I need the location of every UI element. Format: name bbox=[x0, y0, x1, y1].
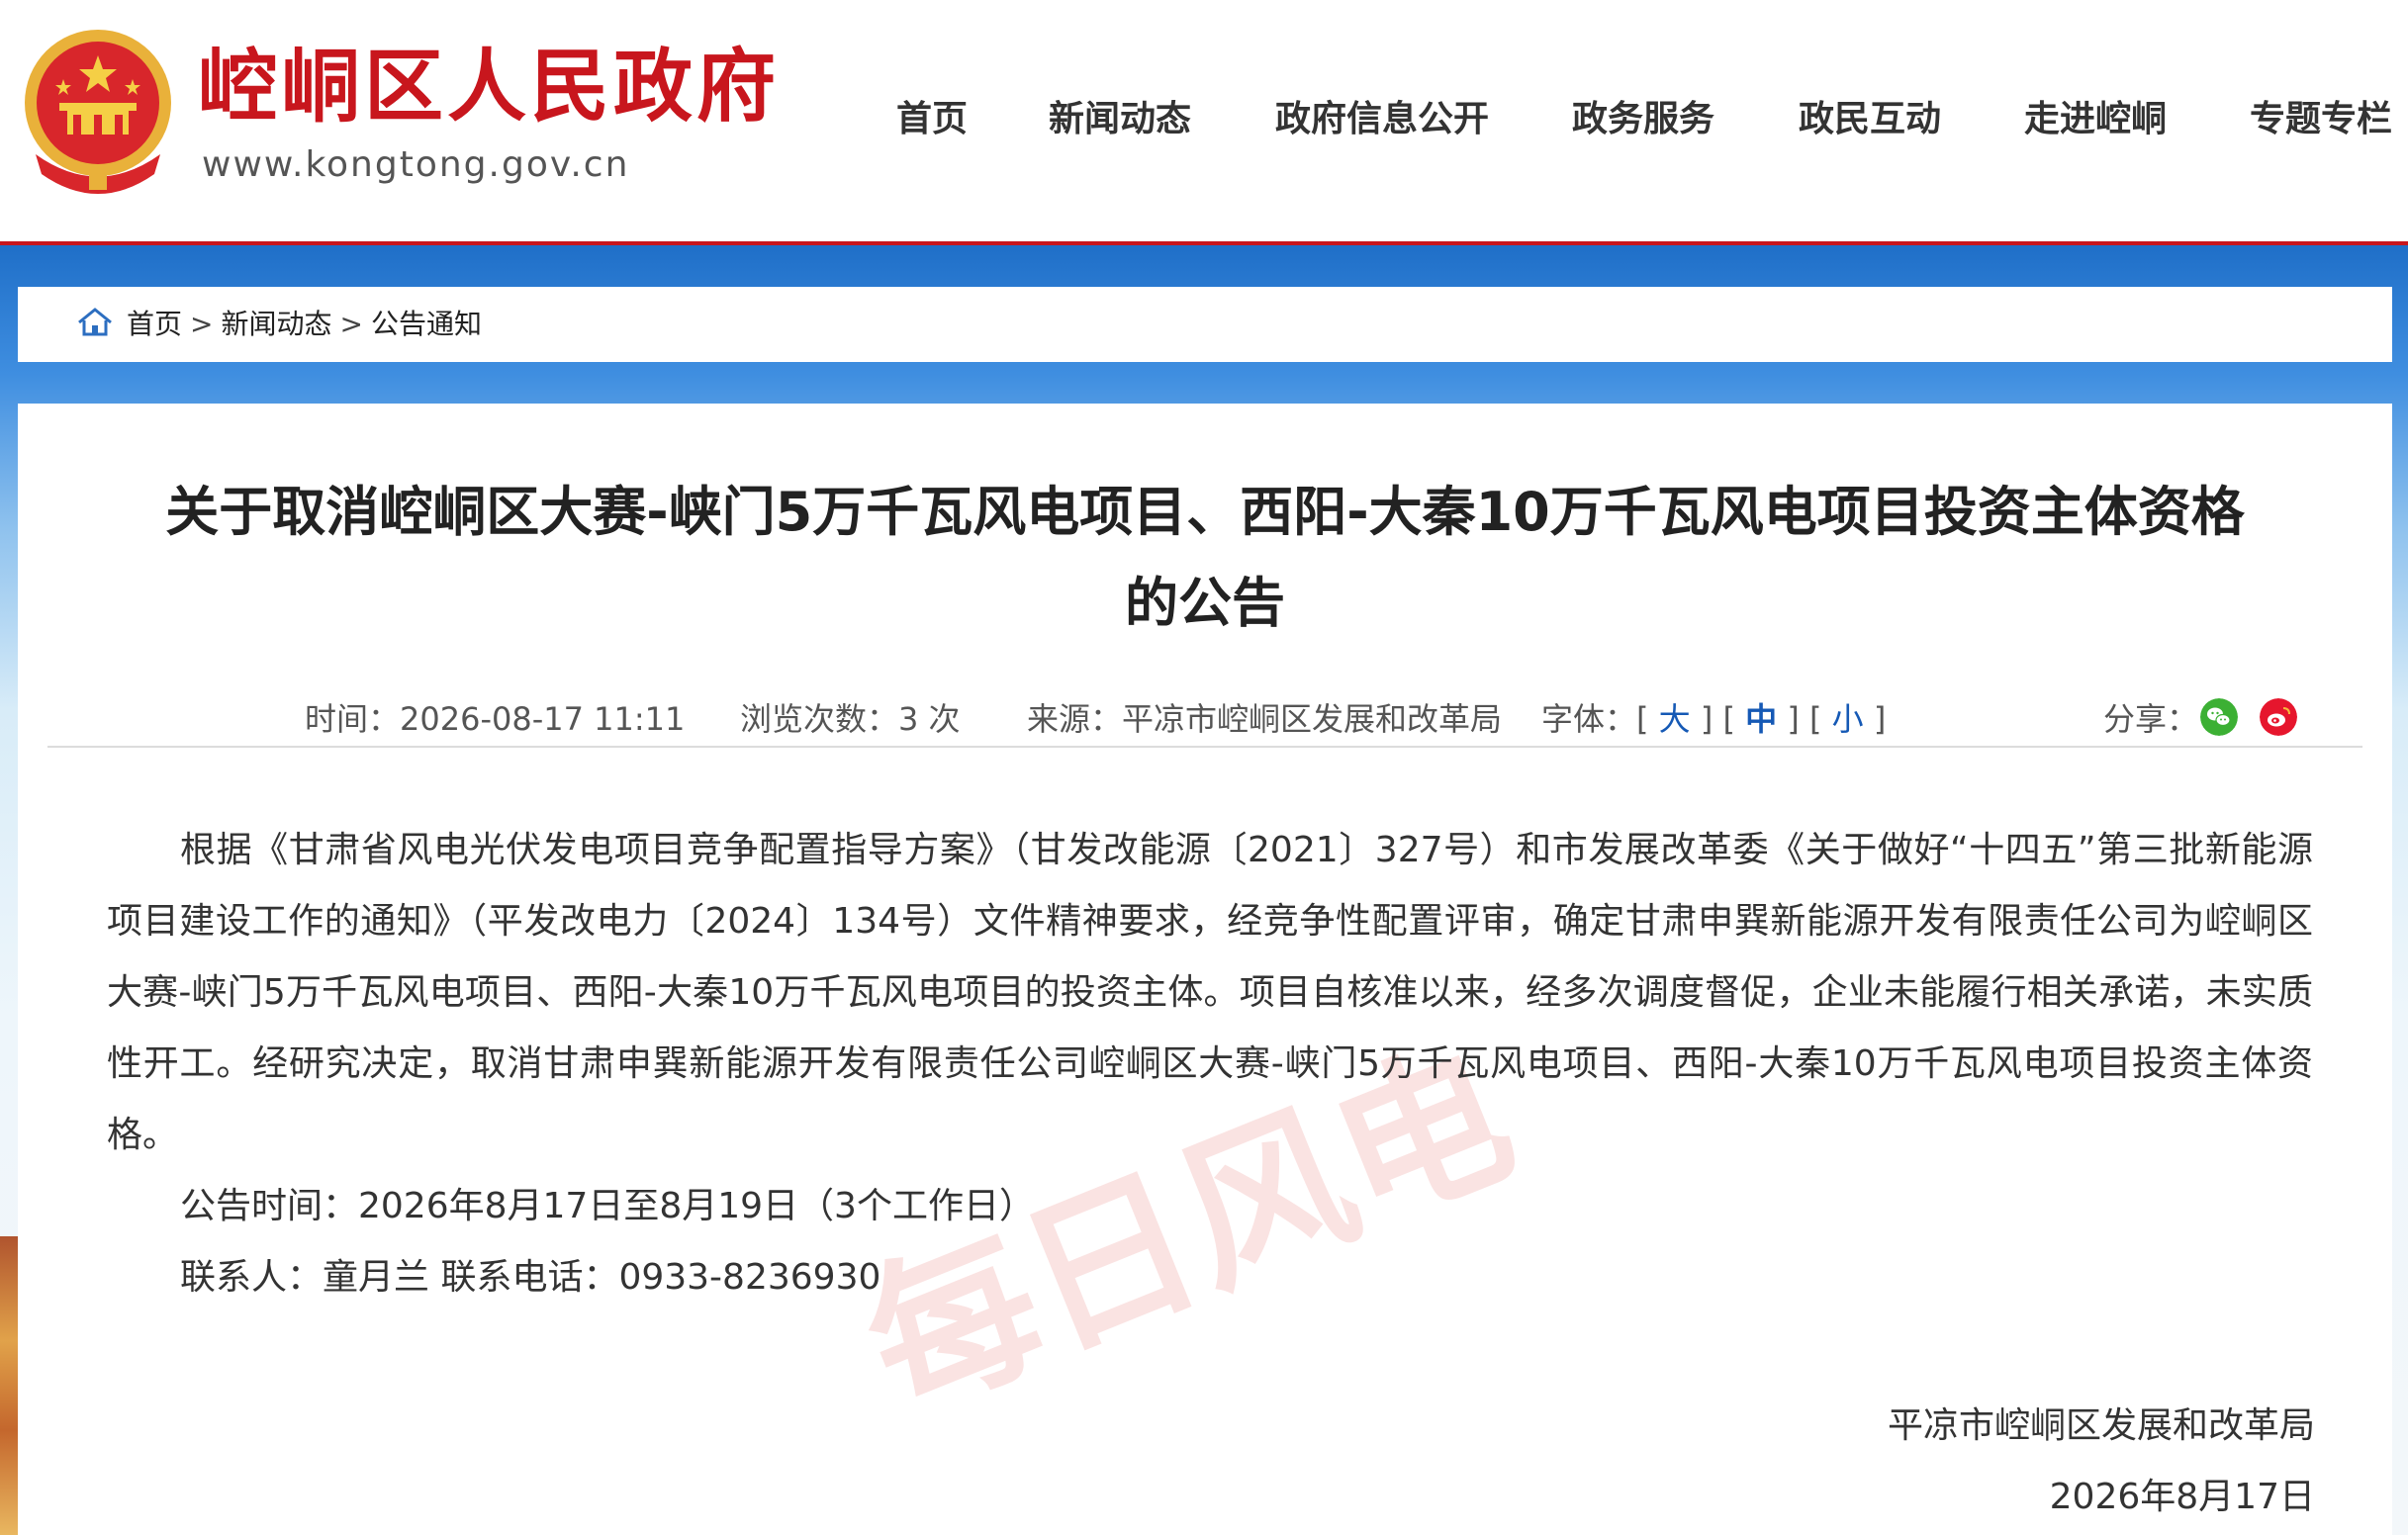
nav-item-news[interactable]: 新闻动态 bbox=[1049, 95, 1191, 144]
meta-source-value: 平凉市崆峒区发展和改革局 bbox=[1122, 700, 1503, 738]
meta-views-label: 浏览次数： bbox=[740, 700, 899, 738]
nav-item-interaction[interactable]: 政民互动 bbox=[1799, 95, 1941, 144]
breadcrumb-home[interactable]: 首页 bbox=[127, 287, 182, 362]
wechat-share-icon[interactable] bbox=[2200, 698, 2238, 736]
site-url[interactable]: www.kongtong.gov.cn bbox=[202, 144, 629, 185]
meta-time-label: 时间： bbox=[305, 700, 401, 738]
home-icon[interactable] bbox=[75, 305, 115, 338]
breadcrumb-notices[interactable]: 公告通知 bbox=[371, 287, 482, 362]
meta-views-value: 3 次 bbox=[898, 700, 961, 738]
article-body: 根据《甘肃省风电光伏发电项目竞争配置指导方案》（甘发改能源〔2021〕327号）… bbox=[107, 815, 2313, 1313]
breadcrumb: 首页 > 新闻动态 > 公告通知 bbox=[18, 287, 2392, 362]
meta-time-value: 2026-08-17 11:11 bbox=[400, 700, 686, 738]
meta-views: 浏览次数：3 次 bbox=[740, 694, 961, 740]
site-title[interactable]: 崆峒区人民政府 bbox=[198, 40, 780, 135]
font-size-control: 字体：[ 大 ] [ 中 ] [ 小 ] bbox=[1541, 700, 1887, 738]
meta-divider bbox=[47, 746, 2362, 748]
breadcrumb-trail: 首页 > 新闻动态 > 公告通知 bbox=[127, 287, 482, 362]
nav-item-about[interactable]: 走进崆峒 bbox=[2024, 95, 2167, 144]
national-emblem-icon[interactable] bbox=[16, 26, 180, 194]
nav-item-gov-services[interactable]: 政务服务 bbox=[1572, 95, 1714, 144]
meta-source: 来源：平凉市崆峒区发展和改革局 bbox=[1027, 694, 1502, 740]
font-large-button[interactable]: 大 bbox=[1659, 700, 1691, 738]
font-small-button[interactable]: 小 bbox=[1832, 700, 1864, 738]
nav-item-topics[interactable]: 专题专栏 bbox=[2250, 95, 2392, 144]
breadcrumb-separator: > bbox=[339, 308, 363, 340]
site-header: 崆峒区人民政府 www.kongtong.gov.cn 首页 新闻动态 政府信息… bbox=[0, 0, 2408, 241]
article-date: 2026年8月17日 bbox=[2049, 1477, 2315, 1517]
article-signature: 平凉市崆峒区发展和改革局 bbox=[1887, 1405, 2315, 1446]
notice-period: 公告时间：2026年8月17日至8月19日（3个工作日） bbox=[180, 1186, 1035, 1226]
contact-info: 联系人：童月兰 联系电话：0933-8236930 bbox=[180, 1257, 881, 1298]
meta-source-label: 来源： bbox=[1027, 700, 1123, 738]
nav-item-gov-info[interactable]: 政府信息公开 bbox=[1275, 95, 1489, 144]
article-meta: 时间：2026-08-17 11:11 浏览次数：3 次 来源：平凉市崆峒区发展… bbox=[18, 684, 2392, 744]
article-title: 关于取消崆峒区大赛-峡门5万千瓦风电项目、西阳-大秦10万千瓦风电项目投资主体资… bbox=[165, 481, 2245, 634]
article-paragraph: 根据《甘肃省风电光伏发电项目竞争配置指导方案》（甘发改能源〔2021〕327号）… bbox=[107, 830, 2313, 1155]
font-medium-button[interactable]: 中 bbox=[1745, 700, 1777, 738]
breadcrumb-news[interactable]: 新闻动态 bbox=[221, 287, 331, 362]
nav-item-home[interactable]: 首页 bbox=[896, 95, 968, 144]
weibo-share-icon[interactable] bbox=[2260, 698, 2297, 736]
font-size-label: 字体： bbox=[1541, 700, 1637, 738]
breadcrumb-separator: > bbox=[190, 308, 214, 340]
meta-time: 时间：2026-08-17 11:11 bbox=[305, 694, 685, 740]
article-panel: 每日风电 关于取消崆峒区大赛-峡门5万千瓦风电项目、西阳-大秦10万千瓦风电项目… bbox=[18, 404, 2392, 1535]
share-label: 分享： bbox=[2103, 700, 2199, 738]
